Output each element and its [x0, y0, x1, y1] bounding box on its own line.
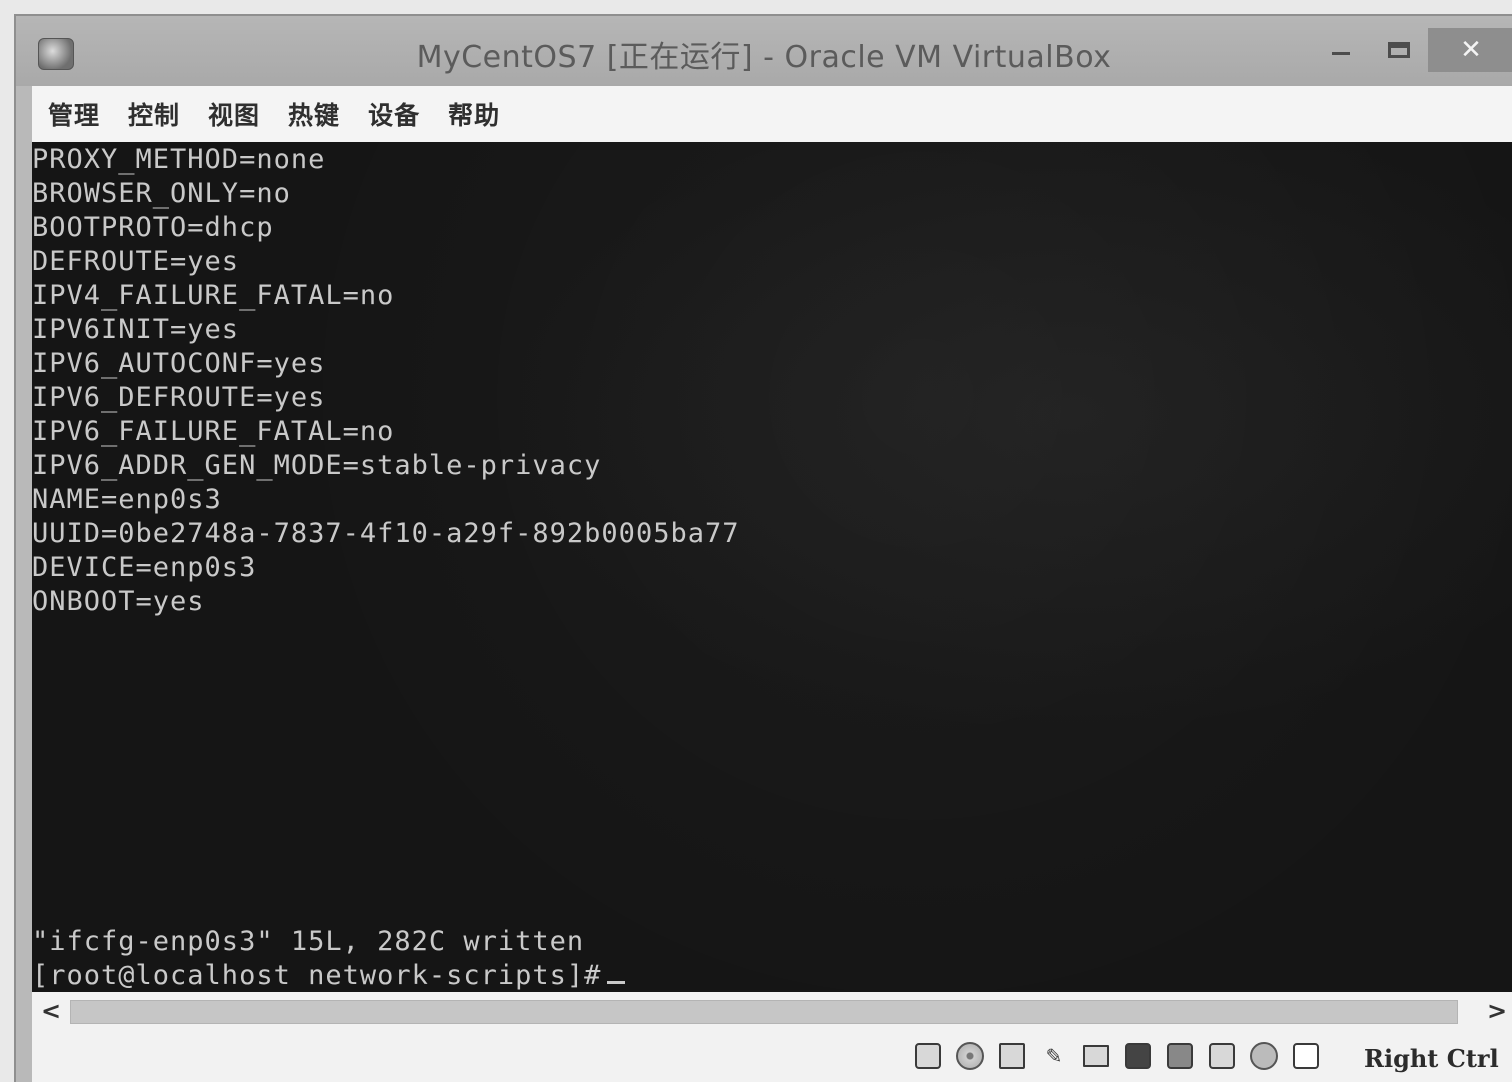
window-title: MyCentOS7 [正在运行] - Oracle VM VirtualBox: [416, 40, 1112, 75]
network-icon[interactable]: [996, 1040, 1028, 1072]
scrollbar-thumb[interactable]: [70, 1000, 1458, 1024]
menu-item-control[interactable]: 控制: [128, 96, 180, 132]
terminal-line: IPV6_AUTOCONF=yes: [32, 348, 326, 379]
terminal-line: IPV6_FAILURE_FATAL=no: [32, 416, 395, 447]
status-bar: ✎ Right Ctrl: [32, 1030, 1512, 1082]
maximize-button[interactable]: [1370, 28, 1428, 72]
terminal-line: IPV6_DEFROUTE=yes: [32, 382, 326, 413]
menu-item-view[interactable]: 视图: [208, 96, 260, 132]
menu-item-input[interactable]: 热键: [288, 96, 340, 132]
terminal-line: BOOTPROTO=dhcp: [32, 212, 274, 243]
menu-bar: 管理 控制 视图 热键 设备 帮助: [32, 86, 1512, 142]
terminal-line: NAME=enp0s3: [32, 484, 222, 515]
scroll-left-button[interactable]: <: [36, 996, 66, 1026]
menu-item-devices[interactable]: 设备: [368, 96, 420, 132]
shell-prompt: [root@localhost network-scripts]#: [32, 960, 602, 991]
text-cursor: [607, 981, 626, 984]
shell-prompt-line: [root@localhost network-scripts]#: [32, 960, 626, 991]
terminal-line: IPV4_FAILURE_FATAL=no: [32, 280, 395, 311]
menu-item-machine[interactable]: 管理: [48, 96, 100, 132]
minimize-button[interactable]: [1312, 28, 1370, 72]
video-capture-icon[interactable]: [1164, 1040, 1196, 1072]
close-icon: ✕: [1460, 35, 1482, 65]
menu-item-help[interactable]: 帮助: [448, 96, 500, 132]
mouse-integration-icon[interactable]: [1290, 1040, 1322, 1072]
title-bar[interactable]: MyCentOS7 [正在运行] - Oracle VM VirtualBox …: [16, 16, 1512, 86]
host-key-label: Right Ctrl: [1364, 1044, 1499, 1073]
terminal-line: PROXY_METHOD=none: [32, 144, 326, 175]
status-icons: ✎: [912, 1040, 1322, 1072]
close-button[interactable]: ✕: [1428, 28, 1512, 72]
terminal-line: DEVICE=enp0s3: [32, 552, 257, 583]
usb-icon[interactable]: ✎: [1038, 1040, 1070, 1072]
terminal-line: BROWSER_ONLY=no: [32, 178, 291, 209]
hard-disk-icon[interactable]: [912, 1040, 944, 1072]
virtualbox-window: MyCentOS7 [正在运行] - Oracle VM VirtualBox …: [14, 14, 1512, 1082]
terminal-line: UUID=0be2748a-7837-4f10-a29f-892b0005ba7…: [32, 518, 740, 549]
recording-icon[interactable]: [1206, 1040, 1238, 1072]
shared-folders-icon[interactable]: [1080, 1040, 1112, 1072]
horizontal-scrollbar[interactable]: < >: [32, 992, 1512, 1030]
terminal-line: IPV6_ADDR_GEN_MODE=stable-privacy: [32, 450, 602, 481]
scroll-right-button[interactable]: >: [1482, 996, 1512, 1026]
minimize-icon: [1332, 51, 1350, 55]
vim-status-line: "ifcfg-enp0s3" 15L, 282C written: [32, 926, 585, 957]
terminal-line: ONBOOT=yes: [32, 586, 205, 617]
cpu-icon[interactable]: [1248, 1040, 1280, 1072]
terminal-line: DEFROUTE=yes: [32, 246, 240, 277]
vm-console-screen[interactable]: PROXY_METHOD=none BROWSER_ONLY=no BOOTPR…: [32, 142, 1512, 992]
optical-drive-icon[interactable]: [954, 1040, 986, 1072]
terminal-line: IPV6INIT=yes: [32, 314, 240, 345]
maximize-icon: [1388, 42, 1410, 58]
display-icon[interactable]: [1122, 1040, 1154, 1072]
